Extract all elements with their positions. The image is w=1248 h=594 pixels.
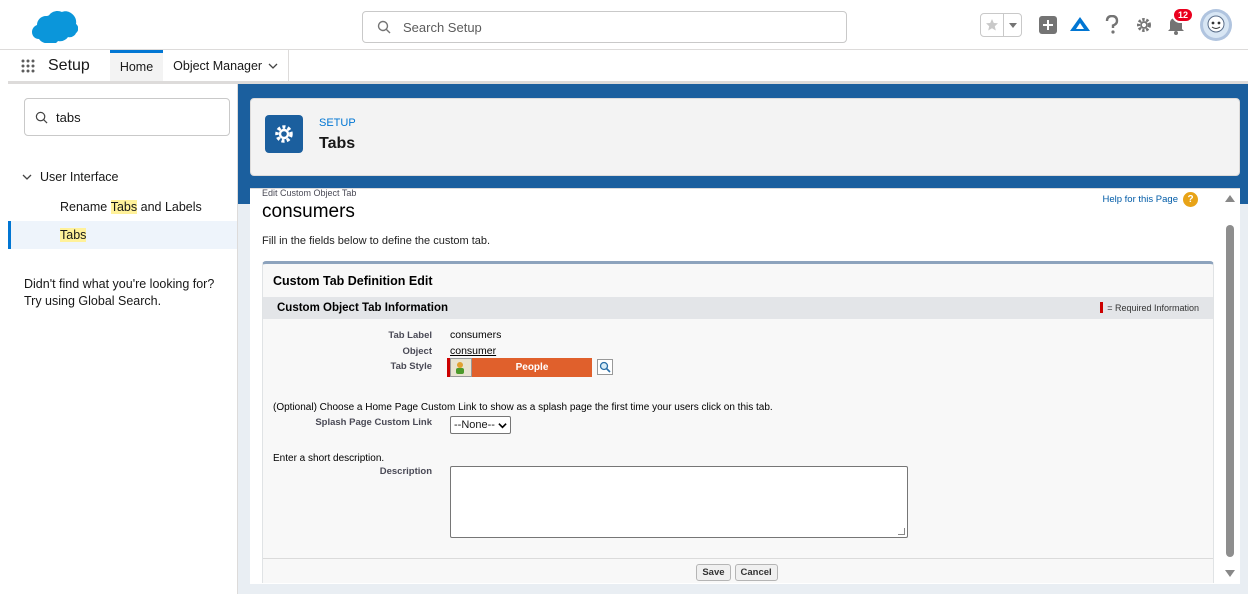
tab-label-label: Tab Label [388,330,432,341]
help-icon[interactable] [1100,13,1124,37]
global-header: Search Setup 12 [0,0,1248,50]
trailhead-icon[interactable] [1068,13,1092,37]
user-avatar[interactable] [1200,9,1232,41]
nav-spacer [288,50,1248,81]
help-link-label: Help for this Page [1102,194,1178,205]
search-icon [35,111,48,123]
object-label: Object [402,346,432,357]
setup-sidebar: tabs User Interface Rename Tabs and Labe… [8,84,238,594]
content-scrollbar[interactable] [1220,189,1240,584]
optional-splash-text: (Optional) Choose a Home Page Custom Lin… [273,402,773,413]
app-launcher-icon[interactable] [8,50,48,81]
search-icon [377,20,391,34]
chevron-down-icon [22,174,32,180]
nav-bar: Setup Home Object Manager [8,50,1248,84]
required-legend-text: = Required Information [1107,302,1199,313]
search-highlight: Tabs [110,200,138,214]
help-question-icon: ? [1183,192,1198,207]
quick-find-input[interactable]: tabs [24,98,230,136]
tab-object-manager-label: Object Manager [173,58,263,73]
description-label: Description [379,466,432,477]
sidebar-item-prefix: Rename [60,200,111,214]
tab-style-name: People [472,358,592,377]
section-header: Custom Object Tab Information = Required… [263,297,1213,319]
header-actions: 12 [980,7,1232,41]
help-for-this-page-link[interactable]: Help for this Page ? [1102,192,1198,207]
required-legend: = Required Information [1100,302,1199,313]
scroll-down-icon[interactable] [1225,570,1235,577]
tree-group-user-interface[interactable]: User Interface [22,170,119,184]
intro-text: Fill in the fields below to define the c… [262,235,491,247]
tab-label-value: consumers [450,329,502,341]
save-button[interactable]: Save [696,564,731,581]
favorites-star-icon[interactable] [981,14,1003,36]
global-search-link[interactable]: Try using Global Search. [24,293,234,310]
content-frame: Edit Custom Object Tab consumers Help fo… [250,188,1240,584]
quick-find-value: tabs [56,109,81,125]
chevron-down-icon [498,422,507,428]
favorites-group [980,13,1022,37]
splash-page-value: --None-- [454,419,495,431]
splash-page-select[interactable]: --None-- [450,416,511,434]
record-eyebrow: Edit Custom Object Tab [262,188,357,198]
global-actions-icon[interactable] [1036,13,1060,37]
salesforce-cloud-logo[interactable] [30,10,78,43]
scroll-up-icon[interactable] [1225,195,1235,202]
chevron-down-icon [268,63,278,69]
object-link[interactable]: consumer [450,345,496,357]
page-header: SETUP Tabs [250,98,1240,176]
tab-home-label: Home [119,60,154,74]
tab-home[interactable]: Home [109,50,164,81]
not-found-line-1: Didn't find what you're looking for? [24,277,215,291]
sidebar-item-suffix: and Labels [137,200,202,214]
tab-style-label: Tab Style [390,361,432,372]
tab-style-field[interactable]: People [447,358,592,377]
notifications-bell-icon[interactable]: 12 [1164,7,1194,37]
notification-count-badge: 12 [1171,7,1194,23]
page-eyebrow: SETUP [319,117,356,129]
description-textarea[interactable] [450,466,908,538]
tree-group-label: User Interface [40,170,119,184]
search-placeholder: Search Setup [403,19,482,35]
setup-gear-icon[interactable] [1132,13,1156,37]
button-bar: Save Cancel [263,558,1213,584]
custom-tab-edit-block: Custom Tab Definition Edit Custom Object… [262,261,1214,583]
required-marker [1100,302,1104,313]
not-found-message: Didn't find what you're looking for? Try… [24,276,234,310]
tab-object-manager[interactable]: Object Manager [163,50,288,81]
sidebar-item-rename-tabs-and-labels[interactable]: Rename Tabs and Labels [8,193,237,221]
cancel-button[interactable]: Cancel [734,564,778,581]
setup-gear-icon [265,115,303,153]
record-title: consumers [262,201,355,222]
scroll-thumb[interactable] [1226,225,1234,557]
page-title: Tabs [319,135,356,152]
app-name: Setup [48,56,90,74]
description-prompt: Enter a short description. [273,453,385,464]
sidebar-item-tabs[interactable]: Tabs [8,221,237,249]
global-search-input[interactable]: Search Setup [362,11,847,43]
people-icon [450,358,472,377]
favorites-list-icon[interactable] [1003,14,1021,36]
splash-page-label: Splash Page Custom Link [315,417,432,428]
resize-handle-icon[interactable] [898,528,905,535]
section-title: Custom Object Tab Information [277,302,449,314]
search-highlight: Tabs [60,228,87,242]
lookup-icon[interactable] [597,359,613,375]
block-title: Custom Tab Definition Edit [273,274,433,288]
